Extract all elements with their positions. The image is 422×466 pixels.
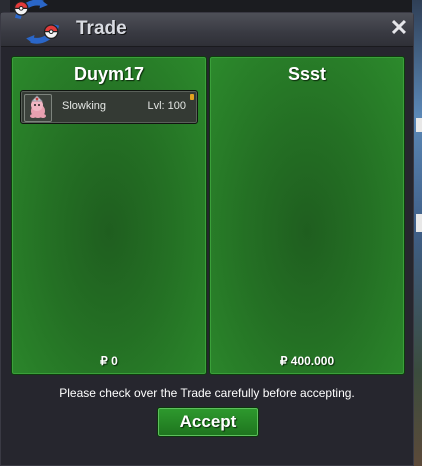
player-name-left: Duym17: [73, 64, 145, 84]
trade-window: Trade ✕ Duym17 Slowking Lvl: 100 ₽ 0 Sss…: [0, 12, 414, 466]
background-detail: [416, 118, 422, 132]
item-tag-icon: [190, 94, 194, 100]
item-name: Slowking: [62, 100, 107, 112]
window-title: Trade: [76, 18, 127, 39]
close-icon[interactable]: ✕: [389, 16, 409, 40]
money-right: ₽ 400.000: [279, 354, 335, 368]
accept-button[interactable]: Accept: [157, 407, 259, 437]
item-level: Lvl: 100: [147, 100, 186, 112]
trade-item-slot[interactable]: Slowking Lvl: 100: [20, 90, 198, 124]
trade-panel-left: Duym17 Slowking Lvl: 100 ₽ 0: [11, 56, 207, 375]
player-name-right: Ssst: [287, 64, 327, 84]
pokemon-icon: [24, 94, 52, 122]
background-detail: [416, 214, 422, 232]
trade-notice: Please check over the Trade carefully be…: [59, 386, 355, 400]
pokeball-logo-icon: [13, 0, 60, 44]
trade-panel-right: Ssst ₽ 400.000: [209, 56, 405, 375]
money-left: ₽ 0: [100, 354, 118, 368]
